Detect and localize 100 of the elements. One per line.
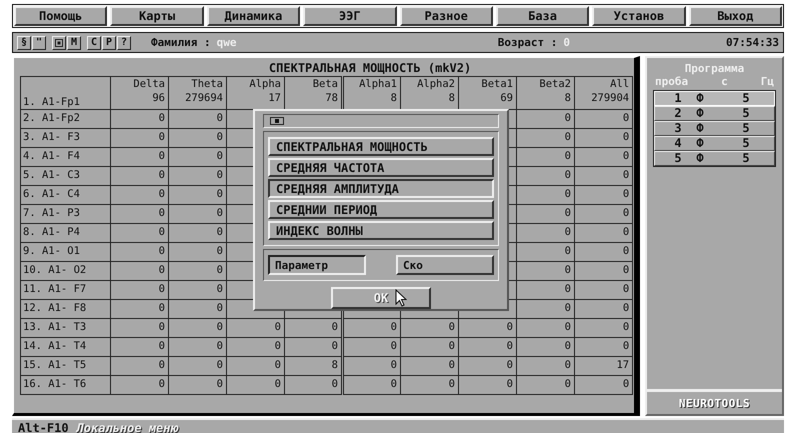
option-button[interactable]: СПЕКТРАЛЬНАЯ МОЩНОСТЬ bbox=[268, 137, 494, 156]
table-cell: 0 bbox=[216, 359, 223, 371]
toggle-button[interactable]: Ско bbox=[396, 255, 494, 275]
table-cell: 0 bbox=[158, 378, 165, 390]
table-cell: 0 bbox=[622, 188, 630, 200]
column-header: Гц bbox=[760, 75, 774, 88]
table-cell: 0 bbox=[216, 264, 223, 276]
menu-button[interactable]: Карты bbox=[110, 6, 204, 26]
table-cell: 0 bbox=[390, 340, 397, 352]
square-icon bbox=[55, 38, 63, 46]
toolbar-button[interactable]: " bbox=[32, 36, 46, 50]
option-button[interactable]: СРЕДНИИ ПЕРИОД bbox=[268, 200, 494, 219]
row-label: 15. A1- T5 bbox=[20, 356, 110, 375]
column-header: Delta 96 bbox=[110, 76, 168, 109]
table-cell: 0 bbox=[216, 302, 223, 314]
menu-button[interactable]: ЭЭГ bbox=[303, 6, 396, 26]
option-button[interactable]: СРЕДНЯЯ ЧАСТОТА bbox=[268, 158, 494, 177]
table-cell: 0 bbox=[622, 321, 630, 333]
table-cell: 0 bbox=[622, 169, 630, 181]
table-cell: 0 bbox=[622, 150, 630, 162]
table-cell: 0 bbox=[158, 207, 165, 219]
table-cell: 0 bbox=[332, 321, 338, 333]
table-cell: 0 bbox=[564, 207, 571, 219]
table-cell: 0 bbox=[216, 112, 223, 124]
brand-label: NEUROTOOLS bbox=[647, 389, 782, 414]
table-cell: 0 bbox=[216, 188, 223, 200]
row-label: 1. A1-Fp1 bbox=[20, 76, 110, 109]
table-cell: 0 bbox=[564, 188, 571, 200]
program-row[interactable]: 5 Ф 5 bbox=[654, 151, 775, 166]
toolbar-button[interactable]: § bbox=[17, 36, 31, 50]
table-cell: 0 bbox=[158, 283, 165, 295]
table-cell: 0 bbox=[506, 340, 513, 352]
system-menu-button[interactable] bbox=[270, 117, 284, 125]
table-cell: 0 bbox=[448, 378, 455, 390]
column-header: Theta 279694 bbox=[168, 76, 226, 109]
table-cell: 0 bbox=[622, 131, 630, 143]
table-cell: 0 bbox=[564, 378, 571, 390]
table-cell: 0 bbox=[274, 378, 281, 390]
table-cell: 0 bbox=[622, 226, 630, 238]
menu-button[interactable]: База bbox=[496, 6, 590, 26]
option-button[interactable]: ИНДЕКС ВОЛНЫ bbox=[268, 221, 494, 240]
toolbar-button[interactable]: C bbox=[87, 36, 101, 50]
toolbar-button[interactable]: P bbox=[102, 36, 116, 50]
table-cell: 0 bbox=[158, 226, 165, 238]
option-button[interactable]: СРЕДНЯЯ АМПЛИТУДА bbox=[268, 179, 494, 198]
table-cell: 0 bbox=[158, 302, 165, 314]
menu-button[interactable]: Разное bbox=[400, 6, 493, 26]
row-label: 4. A1- F4 bbox=[20, 147, 110, 166]
table-cell: 0 bbox=[564, 321, 571, 333]
row-label: 3. A1- F3 bbox=[20, 128, 110, 147]
toolbar-button[interactable]: ? bbox=[117, 36, 131, 50]
table-cell: 0 bbox=[158, 169, 165, 181]
table-cell: 0 bbox=[622, 264, 630, 276]
menu-button[interactable]: Помощь bbox=[14, 6, 108, 26]
table-cell: 0 bbox=[274, 321, 281, 333]
table-cell: 17 bbox=[616, 359, 630, 371]
table-title: СПЕКТРАЛЬНАЯ МОЩНОСТЬ (mkV2) bbox=[268, 61, 472, 76]
cursor-icon bbox=[395, 289, 407, 307]
table-cell: 0 bbox=[158, 131, 165, 143]
age-value: 0 bbox=[563, 36, 570, 49]
table-cell: 0 bbox=[564, 245, 571, 257]
clock: 07:54:33 bbox=[726, 36, 779, 49]
table-cell: 0 bbox=[332, 340, 338, 352]
menu-button[interactable]: Выход bbox=[688, 6, 782, 26]
program-row[interactable]: 2 Ф 5 bbox=[654, 106, 775, 121]
row-label: 8. A1- P4 bbox=[20, 223, 110, 242]
shortcut-key: Alt-F10 bbox=[18, 421, 69, 433]
toolbar-button[interactable] bbox=[52, 36, 66, 50]
program-row[interactable]: 1 Ф 5 bbox=[654, 91, 775, 106]
table-cell: 0 bbox=[506, 321, 513, 333]
table-cell: 0 bbox=[390, 378, 397, 390]
square-icon bbox=[275, 119, 279, 123]
row-label: 10. A1- O2 bbox=[20, 261, 110, 280]
table-cell: 0 bbox=[216, 207, 223, 219]
table-cell: 0 bbox=[158, 245, 165, 257]
table-cell: 0 bbox=[158, 359, 165, 371]
toolbar-button[interactable]: M bbox=[67, 36, 81, 50]
menu-button[interactable]: Установ bbox=[592, 6, 686, 26]
age-label: Возраст : bbox=[498, 36, 558, 49]
column-header: с bbox=[721, 75, 728, 88]
table-cell: 0 bbox=[506, 359, 513, 371]
program-row[interactable]: 3 Ф 5 bbox=[654, 121, 775, 136]
table-cell: 8 bbox=[332, 359, 338, 371]
table-cell: 0 bbox=[158, 264, 165, 276]
table-cell: 0 bbox=[158, 188, 165, 200]
row-label: 16. A1- T6 bbox=[20, 375, 110, 394]
toggle-button[interactable]: Параметр bbox=[268, 255, 366, 275]
table-cell: 0 bbox=[216, 169, 223, 181]
row-label: 7. A1- P3 bbox=[20, 204, 110, 223]
table-cell: 0 bbox=[158, 340, 165, 352]
table-cell: 0 bbox=[564, 340, 571, 352]
program-row[interactable]: 4 Ф 5 bbox=[654, 136, 775, 151]
column-header: All 279904 bbox=[574, 76, 633, 109]
table-cell: 0 bbox=[506, 378, 513, 390]
column-header: Beta2 8 bbox=[516, 76, 574, 109]
table-cell: 0 bbox=[274, 340, 281, 352]
row-label: 13. A1- T3 bbox=[20, 318, 110, 337]
menu-button[interactable]: Динамика bbox=[206, 6, 300, 26]
table-cell: 0 bbox=[158, 150, 165, 162]
table-cell: 0 bbox=[564, 112, 571, 124]
